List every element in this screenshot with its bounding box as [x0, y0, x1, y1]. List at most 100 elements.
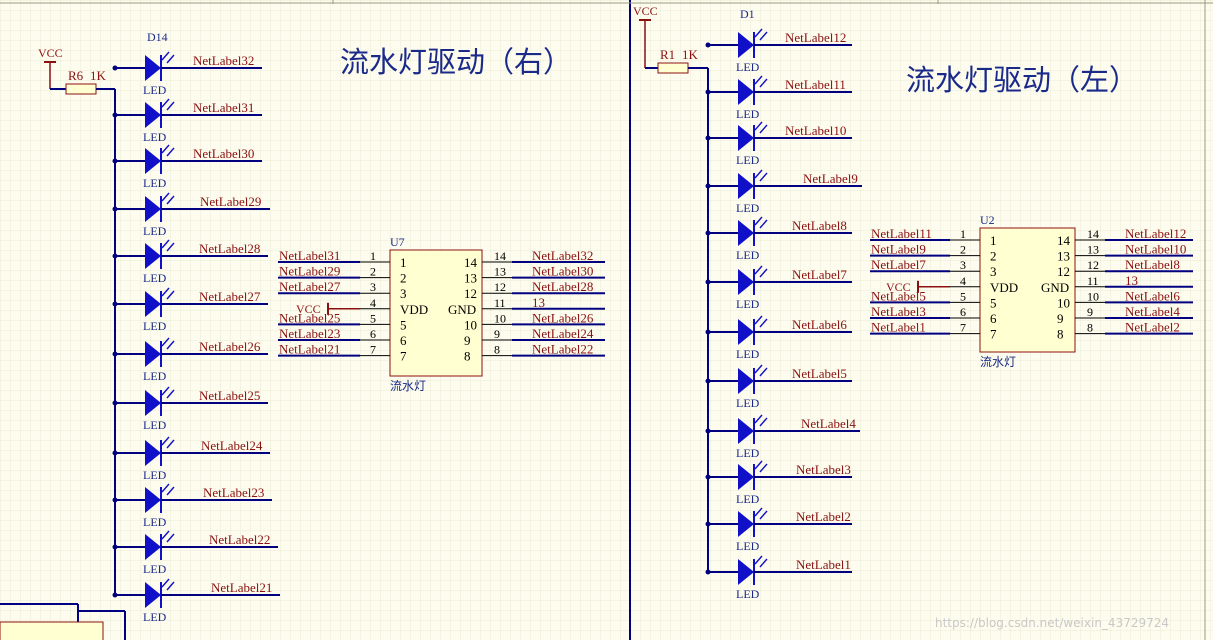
ic-pin-number: 12	[494, 280, 506, 294]
led-label: LED	[736, 107, 760, 121]
led-net-label: NetLabel5	[792, 366, 847, 381]
led-label: LED	[736, 492, 760, 506]
ic-pin-name: GND	[1041, 280, 1069, 295]
vcc-label: VCC	[38, 46, 63, 60]
ic-pin-number: 12	[1087, 258, 1099, 272]
led-label: LED	[143, 610, 167, 624]
ic-pin-number: 11	[1087, 274, 1099, 288]
ic-pin-number: 4	[960, 274, 966, 288]
ic-net-label: NetLabel22	[532, 342, 593, 357]
ic-pin-name: GND	[448, 302, 476, 317]
ic-net-label: NetLabel1	[871, 320, 926, 335]
watermark: https://blog.csdn.net/weixin_43729724	[935, 616, 1169, 630]
led-label: LED	[736, 446, 760, 460]
resistor-value: 1K	[90, 68, 107, 83]
ic-net-label: NetLabel4	[1125, 304, 1180, 319]
ic-pin-name: 1	[990, 233, 997, 248]
led-label: LED	[143, 130, 167, 144]
ic-net-label: NetLabel29	[279, 264, 340, 279]
ic-ref: U2	[980, 213, 995, 227]
led-net-label: NetLabel10	[785, 123, 846, 138]
led-net-label: NetLabel32	[193, 53, 254, 68]
ic-pin-name: 13	[464, 271, 477, 286]
ic-net-label: NetLabel10	[1125, 242, 1186, 257]
led-label: LED	[143, 176, 167, 190]
ic-pin-number: 9	[1087, 305, 1093, 319]
led-net-label: NetLabel28	[199, 241, 260, 256]
led-label: LED	[143, 369, 167, 383]
ic-net-label: NetLabel30	[532, 264, 593, 279]
ic-net-label: 13	[1125, 273, 1138, 288]
ic-pin-name: 14	[1057, 233, 1071, 248]
ic-pin-name: 5	[400, 317, 407, 332]
led-label: LED	[143, 224, 167, 238]
vcc-label: VCC	[633, 4, 658, 18]
ic-pin-name: 9	[1057, 311, 1064, 326]
ic-pin-name: 3	[400, 286, 407, 301]
led-label: LED	[143, 418, 167, 432]
ic-net-label: NetLabel12	[1125, 226, 1186, 241]
led-label: LED	[736, 347, 760, 361]
ic-pin-number: 2	[960, 243, 966, 257]
led-net-label: NetLabel1	[796, 557, 851, 572]
ic-pin-number: 10	[1087, 289, 1099, 303]
led-net-label: NetLabel31	[193, 100, 254, 115]
led-net-label: NetLabel25	[199, 388, 260, 403]
ic-pin-name: 7	[400, 349, 407, 364]
ic-pin-number: 1	[960, 227, 966, 241]
led-net-label: NetLabel7	[792, 267, 847, 282]
led-label: LED	[736, 396, 760, 410]
resistor-ref: R1	[660, 47, 675, 62]
ic-pin-name: 13	[1057, 249, 1070, 264]
ic-pin-number: 3	[960, 258, 966, 272]
ic-pin-number: 11	[494, 296, 506, 310]
ic-pin-name: 7	[990, 327, 997, 342]
led-label: LED	[736, 248, 760, 262]
ic-net-label: NetLabel28	[532, 279, 593, 294]
led-net-label: NetLabel24	[201, 438, 263, 453]
ic-pin-name: 2	[990, 249, 997, 264]
ic-net-label: NetLabel2	[1125, 320, 1180, 335]
led-net-label: NetLabel2	[796, 509, 851, 524]
ic-net-label: NetLabel24	[532, 326, 594, 341]
ic-net-label: NetLabel9	[871, 242, 926, 257]
ic-pin-number: 14	[494, 249, 506, 263]
ic-pin-name: 2	[400, 271, 407, 286]
ic-pin-name: 10	[464, 317, 477, 332]
ic-pin-name: 8	[464, 349, 471, 364]
ic-pin-name: 9	[464, 333, 471, 348]
led-net-label: NetLabel21	[211, 580, 272, 595]
led-label: LED	[736, 297, 760, 311]
led-net-label: NetLabel22	[209, 532, 270, 547]
partial-component-block	[0, 621, 104, 640]
ic-pin-number: 4	[370, 296, 376, 310]
ic-pin-number: 9	[494, 327, 500, 341]
ic-pin-number: 8	[1087, 321, 1093, 335]
ic-name: 流水灯	[390, 379, 426, 393]
led-label: LED	[736, 201, 760, 215]
first-led-ref: D14	[147, 30, 168, 44]
ic-pin-number: 6	[960, 305, 966, 319]
ic-net-label: NetLabel3	[871, 304, 926, 319]
schematic-sheet: 流水灯驱动（右） 流水灯驱动（左） VCCR6 1KD14NetLabel32LE…	[0, 0, 1213, 640]
ic-pin-number: 7	[960, 321, 966, 335]
ic-pin-number: 2	[370, 265, 376, 279]
ic-pin-name: VDD	[400, 302, 428, 317]
ic-pin-name: 6	[400, 333, 407, 348]
ic-pin-name: 12	[1057, 264, 1070, 279]
ic-net-label: 13	[532, 295, 545, 310]
led-label: LED	[736, 539, 760, 553]
led-net-label: NetLabel8	[792, 218, 847, 233]
led-label: LED	[143, 83, 167, 97]
led-net-label: NetLabel4	[801, 416, 856, 431]
ic-net-label: NetLabel32	[532, 248, 593, 263]
ic-net-label: NetLabel27	[279, 279, 341, 294]
led-net-label: NetLabel12	[785, 30, 846, 45]
ic-pin-number: 10	[494, 311, 506, 325]
first-led-ref: D1	[740, 7, 755, 21]
led-label: LED	[143, 562, 167, 576]
title-right: 流水灯驱动（右）	[340, 45, 572, 79]
led-label: LED	[143, 468, 167, 482]
ic-pin-number: 14	[1087, 227, 1099, 241]
resistor-value: 1K	[682, 47, 699, 62]
